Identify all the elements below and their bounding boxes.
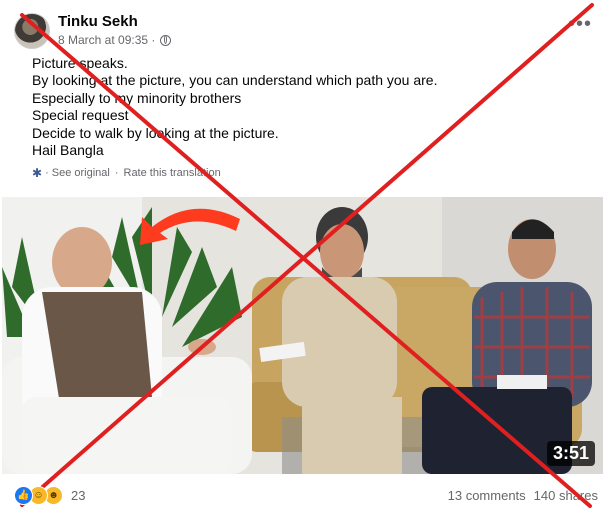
video-frame: [2, 197, 603, 474]
post-text-line: By looking at the picture, you can under…: [32, 72, 438, 89]
rate-translation-link[interactable]: Rate this translation: [124, 167, 221, 179]
post-text-line: Special request: [32, 107, 129, 124]
engagement-counts: 13 comments 140 shares: [448, 488, 598, 503]
video-duration: 3:51: [546, 441, 595, 466]
post-text-line: Picture speaks.: [32, 55, 128, 71]
post-text-line: Hail Bangla: [32, 142, 104, 159]
like-icon: 👍: [14, 486, 33, 505]
separator: ·: [45, 167, 49, 179]
gear-icon: ✱: [32, 166, 43, 180]
post-text: Picture speaks. By looking at the pictur…: [32, 55, 437, 159]
post-text-line: Decide to walk by looking at the picture…: [32, 124, 279, 141]
post-text-line: Especially to my minority brothers: [32, 89, 242, 106]
comments-count[interactable]: 13 comments: [448, 488, 526, 503]
author-avatar[interactable]: [14, 13, 50, 49]
separator: ·: [114, 167, 119, 179]
more-options-icon[interactable]: •••: [568, 14, 592, 34]
video-player[interactable]: 3:51: [2, 197, 603, 474]
shares-count[interactable]: 140 shares: [534, 488, 598, 503]
globe-icon: [160, 34, 172, 46]
post-meta: 8 March at 09:35 ·: [58, 33, 172, 47]
see-original-link[interactable]: See original: [52, 167, 110, 179]
translation-bar: ✱ · See original · Rate this translation: [32, 166, 221, 180]
author-name[interactable]: Tinku Sekh: [58, 13, 138, 30]
facebook-post: Tinku Sekh 8 March at 09:35 · ••• Pictur…: [0, 0, 606, 511]
post-timestamp[interactable]: 8 March at 09:35 ·: [58, 33, 155, 47]
reaction-summary[interactable]: 👍 ☺ ☻ 23: [14, 486, 85, 505]
reaction-count: 23: [71, 488, 86, 503]
